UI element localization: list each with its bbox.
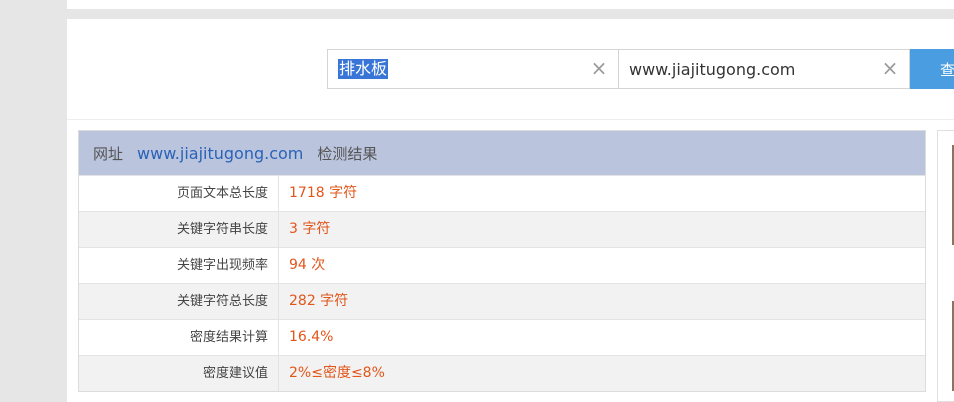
url-field[interactable]: × [619, 49, 910, 89]
result-table: 网址 www.jiajitugong.com 检测结果 页面文本总长度 1718… [78, 130, 926, 392]
keyword-clear-icon[interactable]: × [590, 58, 608, 78]
row-value: 1718 字符 [289, 185, 358, 201]
divider [67, 119, 954, 120]
row-value: 16.4% [289, 329, 334, 345]
query-button[interactable]: 查 [910, 49, 954, 89]
url-input[interactable] [619, 50, 879, 88]
result-header-suffix: 检测结果 [317, 144, 378, 163]
side-panel-edge [937, 130, 954, 402]
table-row: 页面文本总长度 1718 字符 [79, 175, 925, 211]
table-row: 关键字符串长度 3 字符 [79, 211, 925, 247]
table-row: 密度建议值 2%≤密度≤8% [79, 355, 925, 391]
row-value: 2%≤密度≤8% [289, 365, 385, 381]
table-row: 关键字符总长度 282 字符 [79, 283, 925, 319]
row-label: 关键字符串长度 [79, 212, 279, 247]
row-value: 3 字符 [289, 221, 331, 237]
table-row: 关键字出现频率 94 次 [79, 247, 925, 283]
search-bar: 排水板 × × 查 [327, 49, 954, 89]
result-header-prefix: 网址 [93, 144, 124, 163]
row-value: 94 次 [289, 257, 326, 273]
result-header-url-link[interactable]: www.jiajitugong.com [137, 144, 303, 163]
top-card [67, 0, 954, 9]
row-label: 页面文本总长度 [79, 176, 279, 211]
row-label: 关键字符总长度 [79, 284, 279, 319]
main-card: 排水板 × × 查 网址 www.jiajitugong.com 检测结果 页面… [67, 19, 954, 402]
table-row: 密度结果计算 16.4% [79, 319, 925, 355]
url-clear-icon[interactable]: × [881, 58, 899, 78]
keyword-field[interactable]: 排水板 × [327, 49, 619, 89]
row-value: 282 字符 [289, 293, 349, 309]
keyword-input-selected-text[interactable]: 排水板 [338, 59, 389, 79]
row-label: 密度建议值 [79, 356, 279, 391]
row-label: 关键字出现频率 [79, 248, 279, 283]
result-header: 网址 www.jiajitugong.com 检测结果 [79, 131, 925, 175]
row-label: 密度结果计算 [79, 320, 279, 355]
